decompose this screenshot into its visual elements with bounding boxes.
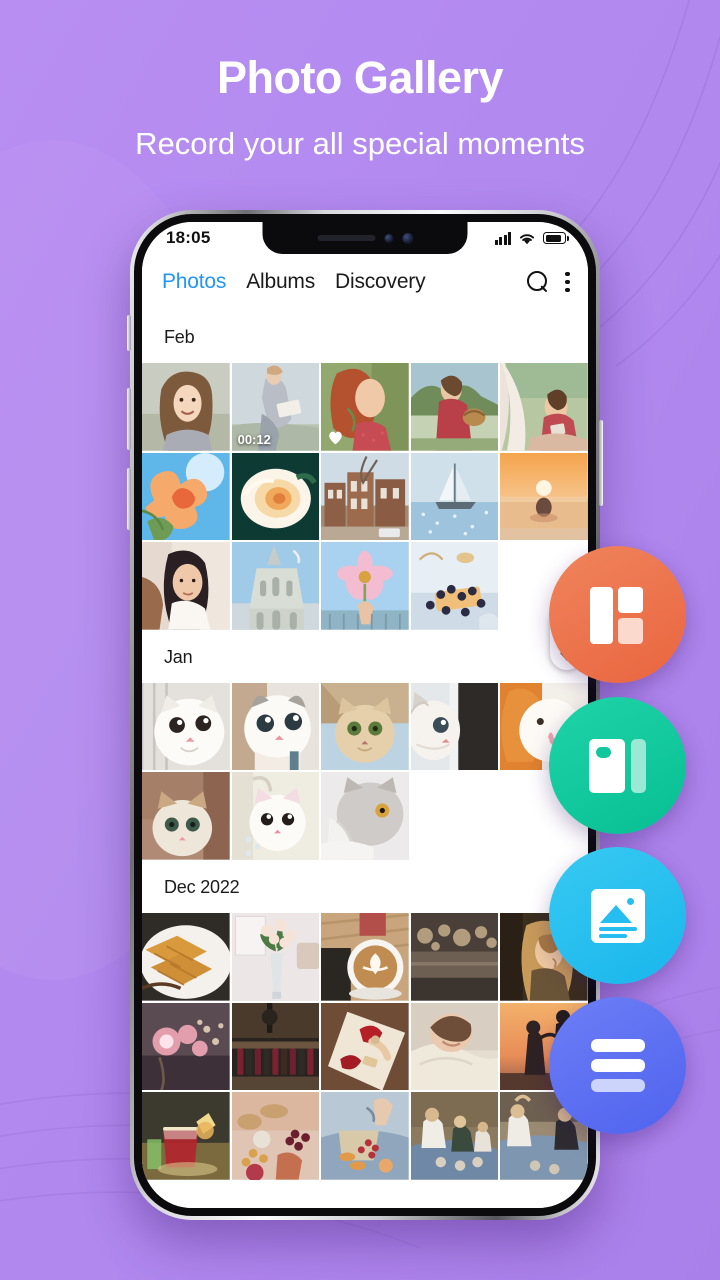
more-vertical-icon[interactable] <box>565 271 570 293</box>
tab-bar: Photos Albums Discovery <box>162 270 527 294</box>
silence-switch[interactable] <box>127 315 131 351</box>
photo-thumbnail[interactable]: 00:12 <box>231 363 320 451</box>
fab-menu-list[interactable] <box>549 997 686 1134</box>
front-camera-icon <box>402 232 413 244</box>
favorite-heart-icon <box>329 431 342 444</box>
photo-thumbnail[interactable] <box>321 682 409 771</box>
fab-split-view[interactable] <box>549 697 686 834</box>
menu-list-icon <box>590 1039 645 1092</box>
photo-thumbnail[interactable] <box>321 363 409 451</box>
wifi-icon <box>519 233 535 244</box>
photo-thumbnail[interactable] <box>231 542 320 630</box>
tab-discovery[interactable]: Discovery <box>335 270 426 294</box>
photo-card-icon <box>590 888 645 943</box>
photo-thumbnail[interactable] <box>321 913 409 1001</box>
photo-thumbnail[interactable] <box>231 913 320 1001</box>
grid-layout-icon <box>589 586 646 644</box>
volume-down-button[interactable] <box>127 468 131 530</box>
photo-grid-dec <box>142 913 588 1180</box>
photo-thumbnail[interactable] <box>142 913 230 1001</box>
photo-thumbnail[interactable] <box>410 1002 499 1091</box>
volume-up-button[interactable] <box>127 388 131 450</box>
split-view-icon <box>588 738 647 793</box>
phone-screen: 18:05 Photos Albums Discovery Feb 00:12 … <box>142 222 588 1208</box>
fab-grid-layout[interactable] <box>549 546 686 683</box>
app-bar-actions <box>527 271 570 293</box>
status-time: 18:05 <box>166 228 211 247</box>
photo-thumbnail[interactable] <box>500 452 588 541</box>
photo-thumbnail[interactable] <box>410 452 499 541</box>
power-button[interactable] <box>599 420 603 506</box>
photo-thumbnail[interactable] <box>321 772 409 861</box>
battery-icon <box>543 232 569 244</box>
search-icon[interactable] <box>527 271 549 293</box>
video-duration-badge: 00:12 <box>237 431 271 447</box>
photo-thumbnail[interactable] <box>410 363 499 451</box>
photo-thumbnail[interactable] <box>142 1002 230 1091</box>
status-icons <box>494 231 569 245</box>
phone-notch <box>262 222 468 254</box>
photo-thumbnail[interactable] <box>321 452 409 541</box>
photo-grid-feb: 00:12 <box>142 363 588 630</box>
photo-grid-jan <box>142 682 588 861</box>
photo-thumbnail[interactable] <box>410 1092 499 1180</box>
tab-photos[interactable]: Photos <box>162 270 226 294</box>
fab-photo-card[interactable] <box>549 847 686 984</box>
earpiece-speaker <box>317 235 375 241</box>
photo-thumbnail[interactable] <box>142 682 230 771</box>
photo-thumbnail[interactable] <box>321 1002 409 1091</box>
photo-gallery[interactable]: Feb 00:12 Jan Dec 2022 <box>142 310 588 1208</box>
section-header-dec: Dec 2022 <box>164 877 240 898</box>
photo-thumbnail[interactable] <box>410 913 499 1001</box>
photo-thumbnail[interactable] <box>231 452 320 541</box>
photo-thumbnail[interactable] <box>142 452 230 541</box>
app-bar: Photos Albums Discovery <box>142 254 588 310</box>
phone-mockup: 18:05 Photos Albums Discovery Feb 00:12 … <box>127 210 603 1220</box>
photo-thumbnail[interactable] <box>231 1092 320 1180</box>
sensor-icon <box>384 233 393 243</box>
section-header-jan: Jan <box>164 646 193 667</box>
photo-thumbnail[interactable] <box>142 363 230 451</box>
page-subtitle: Record your all special moments <box>135 126 585 161</box>
photo-thumbnail[interactable] <box>321 542 409 630</box>
photo-thumbnail[interactable] <box>142 542 230 630</box>
page-header: Photo Gallery Record your all special mo… <box>0 0 720 159</box>
photo-thumbnail[interactable] <box>410 682 499 771</box>
section-header-feb: Feb <box>164 327 195 347</box>
photo-thumbnail[interactable] <box>410 542 499 630</box>
cellular-signal-icon <box>494 231 511 245</box>
page-title: Photo Gallery <box>216 52 504 103</box>
photo-thumbnail[interactable] <box>231 1002 320 1091</box>
photo-thumbnail[interactable] <box>142 1092 230 1180</box>
photo-thumbnail[interactable] <box>500 363 588 451</box>
tab-albums[interactable]: Albums <box>246 270 315 294</box>
photo-thumbnail[interactable] <box>321 1092 409 1180</box>
photo-thumbnail[interactable] <box>231 772 320 861</box>
photo-thumbnail[interactable] <box>142 772 230 861</box>
photo-thumbnail[interactable] <box>231 682 320 771</box>
